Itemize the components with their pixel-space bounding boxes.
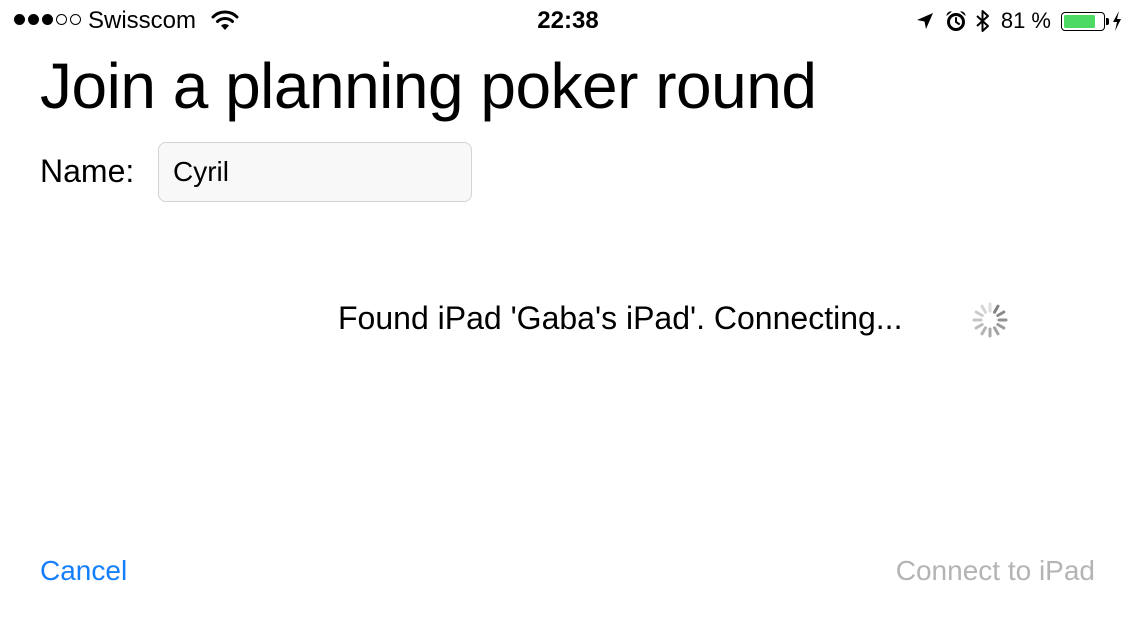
cancel-button[interactable]: Cancel [40, 554, 127, 588]
spinner-spoke [993, 304, 1000, 314]
spinner-spoke [980, 304, 987, 314]
activity-spinner-icon [972, 302, 1008, 338]
status-bar: Swisscom 22:38 81 % [0, 0, 1136, 42]
name-input[interactable] [158, 142, 472, 202]
location-arrow-icon [916, 13, 933, 29]
spinner-spoke [996, 323, 1006, 330]
spinner-spoke [996, 310, 1006, 317]
battery-cap [1106, 17, 1109, 25]
alarm-clock-icon [946, 11, 966, 31]
connection-status-message: Found iPad 'Gaba's iPad'. Connecting... [338, 300, 903, 336]
battery-icon [1061, 11, 1109, 31]
spinner-spoke [980, 326, 987, 336]
bluetooth-icon [976, 10, 989, 32]
name-label: Name: [40, 153, 135, 189]
page-title: Join a planning poker round [40, 50, 817, 122]
battery-percentage: 81 % [1000, 8, 1051, 33]
connect-to-ipad-button[interactable]: Connect to iPad [896, 554, 1095, 588]
spinner-spoke [974, 323, 984, 330]
status-bar-right-group: 81 % [915, 7, 1122, 35]
spinner-spoke [993, 326, 1000, 336]
battery-level-fill [1064, 14, 1095, 28]
lightning-bolt-icon [1113, 11, 1121, 31]
spinner-spoke [974, 310, 984, 317]
